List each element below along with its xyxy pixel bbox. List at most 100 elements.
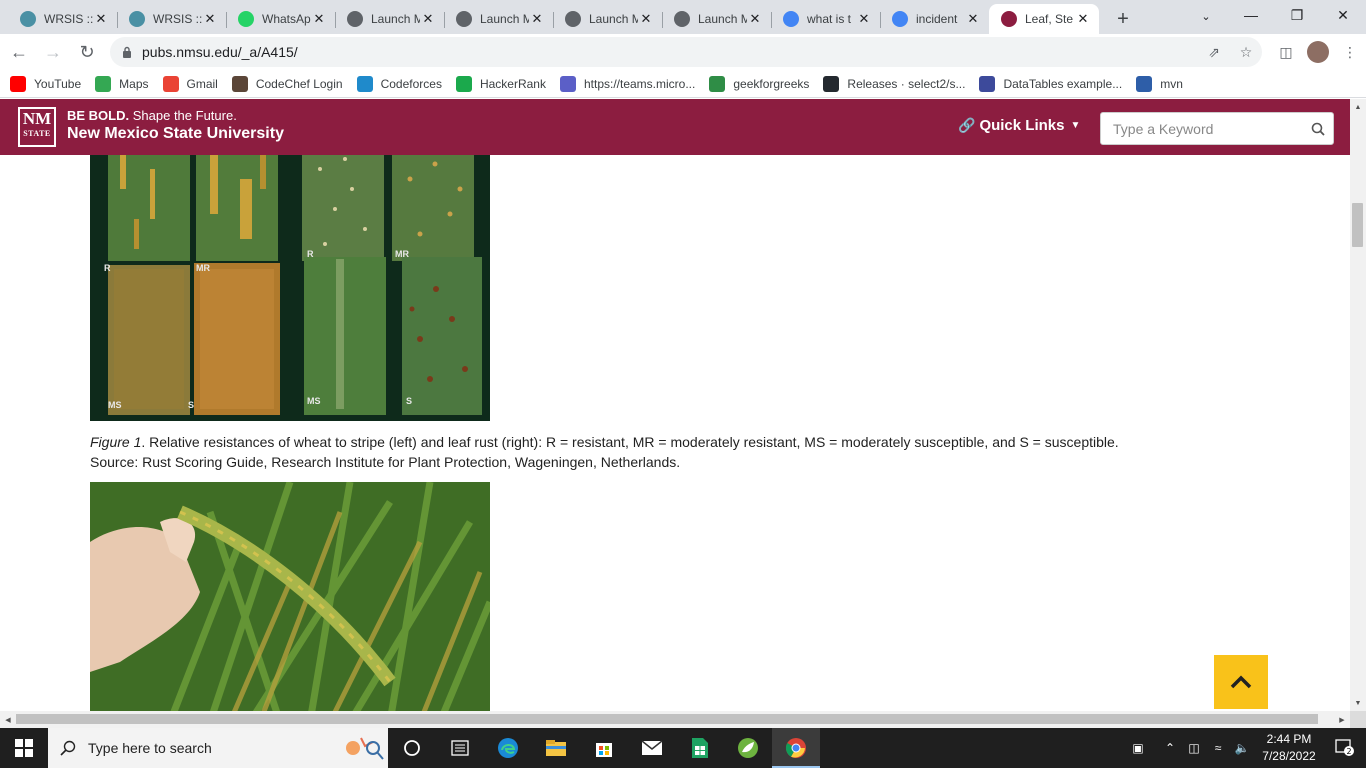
battery-icon[interactable]: ◫ [1182, 741, 1206, 755]
close-tab-icon[interactable]: ✕ [965, 11, 981, 27]
hackerrank-icon [455, 75, 472, 92]
volume-muted-icon[interactable]: 🔈 [1230, 741, 1254, 755]
bookmarks-bar: YouTube Maps Gmail CodeChef Login Codeforces… [0, 70, 1366, 98]
close-tab-icon[interactable]: ✕ [202, 11, 218, 27]
wheat-rust-leaves-photo [90, 139, 490, 421]
close-tab-icon[interactable]: ✕ [420, 11, 436, 27]
edge-icon[interactable] [484, 728, 532, 768]
taskbar-clock[interactable]: 2:44 PM 7/28/2022 [1254, 731, 1324, 765]
close-tab-icon[interactable]: ✕ [856, 11, 872, 27]
bookmark-item[interactable]: HackerRank [455, 75, 546, 92]
close-tab-icon[interactable]: ✕ [1075, 11, 1091, 27]
scroll-down-arrow-icon[interactable]: ▼ [1350, 695, 1366, 711]
logo-nm-text: NM [22, 109, 52, 128]
browser-tab[interactable]: Launch M ✕ [553, 4, 662, 34]
url-text[interactable]: pubs.nmsu.edu/_a/A415/ [142, 44, 1198, 60]
maven-icon [1136, 75, 1153, 92]
tab-search-chevron-icon[interactable]: ⌄ [1192, 4, 1220, 28]
side-panel-icon[interactable]: ◫ [1270, 44, 1302, 61]
close-tab-icon[interactable]: ✕ [638, 11, 654, 27]
widgets-icon[interactable] [436, 728, 484, 768]
horizontal-scrollbar[interactable]: ◀ ▶ [0, 711, 1350, 728]
bookmark-label: Releases · select2/s... [847, 76, 966, 91]
scroll-left-arrow-icon[interactable]: ◀ [0, 711, 16, 728]
new-tab-button[interactable]: + [1107, 4, 1139, 34]
vertical-scrollbar[interactable]: ▲ ▼ [1350, 99, 1366, 711]
menu-kebab-icon[interactable]: ⋮ [1334, 44, 1366, 61]
browser-tab[interactable]: Launch M ✕ [335, 4, 444, 34]
lock-icon[interactable] [120, 45, 134, 59]
tray-chevron-up-icon[interactable]: ⌃ [1158, 741, 1182, 755]
search-icon[interactable] [1303, 122, 1333, 136]
start-button[interactable] [0, 728, 48, 768]
browser-tab-strip: WRSIS ::✕WRSIS ::✕WhatsApp✕Launch M✕Laun… [0, 0, 1366, 34]
bookmark-item[interactable]: Gmail [162, 75, 218, 92]
taskbar-search-box[interactable]: Type here to search [48, 728, 388, 768]
bookmark-item[interactable]: geekforgreeks [709, 75, 809, 92]
taskbar-search-placeholder: Type here to search [88, 740, 212, 756]
fig1-label: S [406, 396, 413, 406]
bookmark-item[interactable]: DataTables example... [979, 75, 1122, 92]
figure-1-caption: Figure 1. Relative resistances of wheat … [90, 432, 1290, 472]
minimize-button[interactable]: — [1228, 0, 1274, 30]
reload-button[interactable]: ↻ [72, 37, 102, 67]
browser-tab[interactable]: WRSIS :: ✕ [117, 4, 226, 34]
chrome-icon[interactable] [772, 728, 820, 768]
caption-text: . Relative resistances of wheat to strip… [141, 434, 1119, 450]
bookmark-item[interactable]: Codeforces [356, 75, 442, 92]
browser-tab[interactable]: Launch M ✕ [662, 4, 771, 34]
google-icon [892, 11, 908, 27]
mail-icon[interactable] [628, 728, 676, 768]
browser-tab[interactable]: Leaf, Ste ✕ [989, 4, 1099, 34]
close-tab-icon[interactable]: ✕ [747, 11, 763, 27]
keyword-search-input[interactable] [1101, 113, 1303, 144]
browser-tab[interactable]: Launch M ✕ [444, 4, 553, 34]
nmsu-logo[interactable]: NM STATE [18, 107, 56, 147]
browser-tab[interactable]: WhatsApp✕ [226, 4, 335, 34]
tagline-bold: BE BOLD. [67, 108, 130, 123]
bookmark-item[interactable]: https://teams.micro... [559, 75, 695, 92]
horizontal-scroll-thumb[interactable] [16, 714, 1318, 724]
bookmark-item[interactable]: CodeChef Login [231, 75, 343, 92]
globe-icon [565, 11, 581, 27]
task-view-icon[interactable] [388, 728, 436, 768]
university-name[interactable]: New Mexico State University [67, 125, 284, 143]
browser-tab[interactable]: WRSIS :: ✕ [8, 4, 117, 34]
spring-tool-icon[interactable] [724, 728, 772, 768]
tagline-rest: Shape the Future. [129, 108, 237, 123]
vertical-scroll-thumb[interactable] [1352, 203, 1363, 247]
profile-avatar[interactable] [1307, 41, 1329, 63]
share-icon[interactable]: ⇗ [1198, 44, 1230, 61]
bookmark-star-icon[interactable]: ☆ [1230, 44, 1262, 61]
close-tab-icon[interactable]: ✕ [311, 11, 327, 27]
keyboard-layout-icon[interactable]: ▣ [1118, 741, 1158, 755]
scroll-right-arrow-icon[interactable]: ▶ [1334, 711, 1350, 728]
browser-tab[interactable]: incident ✕ [880, 4, 989, 34]
svg-text:2: 2 [1346, 747, 1351, 756]
close-window-button[interactable]: ✕ [1320, 0, 1366, 30]
figure-1-image: R MR R MR MS S MS S [90, 139, 490, 421]
tab-title: Launch M [371, 12, 420, 26]
file-explorer-icon[interactable] [532, 728, 580, 768]
sheets-icon[interactable] [676, 728, 724, 768]
scroll-to-top-button[interactable] [1214, 655, 1268, 709]
close-tab-icon[interactable]: ✕ [529, 11, 545, 27]
bookmark-item[interactable]: Releases · select2/s... [823, 75, 966, 92]
scroll-up-arrow-icon[interactable]: ▲ [1350, 99, 1366, 115]
address-bar[interactable]: pubs.nmsu.edu/_a/A415/ ⇗ ☆ [110, 37, 1262, 67]
bookmark-item[interactable]: YouTube [10, 75, 81, 92]
logo-state-text: STATE [23, 129, 51, 138]
bookmark-item[interactable]: Maps [95, 75, 149, 92]
forward-button[interactable]: → [38, 37, 68, 67]
restore-button[interactable]: ❐ [1274, 0, 1320, 30]
search-icon [48, 740, 88, 756]
store-icon[interactable] [580, 728, 628, 768]
bookmark-item[interactable]: mvn [1136, 75, 1183, 92]
notification-center-button[interactable]: 2 [1324, 739, 1366, 757]
back-button[interactable]: ← [4, 37, 34, 67]
wifi-icon[interactable]: ≈ [1206, 741, 1230, 755]
close-tab-icon[interactable]: ✕ [93, 11, 109, 27]
tab-title: Launch M [589, 12, 638, 26]
browser-tab[interactable]: what is t ✕ [771, 4, 880, 34]
quick-links-menu[interactable]: 🔗 Quick Links ▼ [958, 117, 1080, 134]
